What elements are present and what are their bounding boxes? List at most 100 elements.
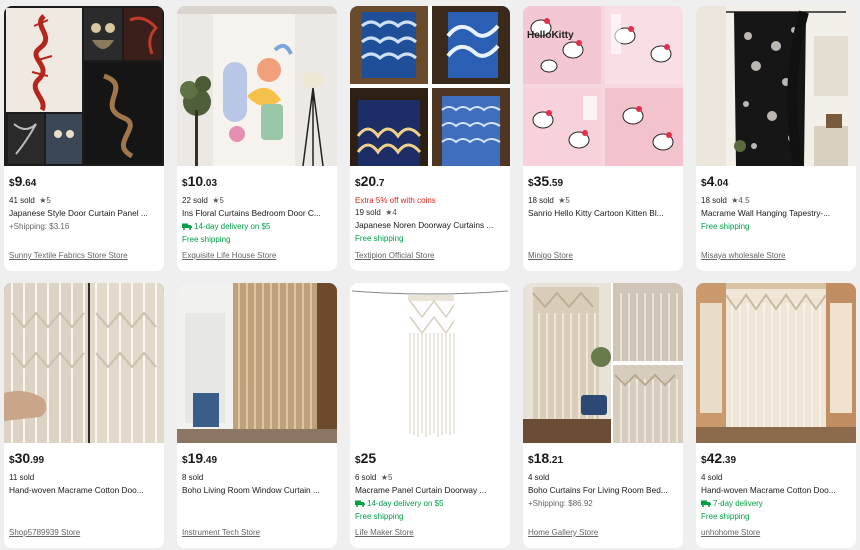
product-card[interactable]: $18.21 4 sold Boho Curtains For Living Roo… [523,283,683,548]
star-rating: ★5 [39,196,51,205]
delivery-text: 7-day delivery [713,499,763,508]
sales-rating: 18 sold ★5 [528,195,678,207]
sold-count: 18 sold [528,196,554,205]
product-card[interactable]: $25 6 sold ★5 Macrame Panel Curtain Doorwa… [350,283,510,548]
product-price: $10.03 [182,170,332,195]
price-whole: 35 [533,173,550,189]
delivery-text: 14-day delivery on $5 [194,222,271,231]
price-cents: .49 [203,455,218,466]
sold-count: 6 sold [355,473,377,482]
product-price: $20.7 [355,170,505,195]
truck-icon [182,222,194,231]
price-cents: .99 [30,455,45,466]
price-whole: 19 [187,450,204,466]
product-title[interactable]: Ins Floral Curtains Bedroom Door C... [182,207,332,220]
store-link[interactable]: Instrument Tech Store [182,527,332,539]
product-image[interactable] [696,283,856,443]
product-price: $9.64 [9,170,159,195]
product-title[interactable]: Boho Living Room Window Curtain ... [182,484,332,497]
sales-rating: 18 sold ★4.5 [701,195,851,207]
product-image[interactable] [177,6,337,166]
product-card[interactable]: $9.64 41 sold ★5 Japanese Style Door Curta… [4,6,164,271]
sold-count: 18 sold [701,196,727,205]
product-image[interactable] [696,6,856,166]
shipping-cost: +Shipping: $3.16 [9,222,70,231]
delivery-info: 7-day delivery [701,497,851,510]
sold-count: 4 sold [701,473,723,482]
price-cents: .64 [22,178,37,189]
product-title[interactable]: Hand-woven Macrame Cotton Doo... [9,484,159,497]
sales-rating: 4 sold [701,472,851,484]
product-image[interactable] [4,6,164,166]
delivery-info: 14-day delivery on $5 [182,220,332,233]
sales-rating: 4 sold [528,472,678,484]
sales-rating: 41 sold ★5 [9,195,159,207]
sales-rating: 6 sold ★5 [355,472,505,484]
price-cents: .21 [549,455,564,466]
star-rating: ★4.5 [731,196,750,205]
coin-promo: Extra 5% off with coins [355,196,436,205]
product-title[interactable]: Macrame Wall Hanging Tapestry-... [701,207,851,220]
free-shipping: Free shipping [355,512,404,521]
price-cents: .03 [203,178,218,189]
sold-count: 41 sold [9,196,35,205]
product-title[interactable]: Sanrio Hello Kitty Cartoon Kitten Bl... [528,207,678,220]
hello-kitty-logo: HelloKitty [527,30,574,41]
store-link[interactable]: Exquisite Life House Store [182,250,332,262]
price-whole: 20 [360,173,377,189]
free-shipping: Free shipping [701,222,750,231]
product-price: $18.21 [528,447,678,472]
store-link[interactable]: unhohome Store [701,527,851,539]
product-card[interactable]: $20.7 Extra 5% off with coins 19 sold ★4 Ja… [350,6,510,271]
star-rating: ★5 [212,196,224,205]
product-price: $30.99 [9,447,159,472]
sales-rating: 11 sold [9,472,159,484]
product-price: $35.59 [528,170,678,195]
sold-count: 22 sold [182,196,208,205]
product-image[interactable] [4,283,164,443]
product-title[interactable]: Hand-woven Macrame Cotton Doo... [701,484,851,497]
product-title[interactable]: Boho Curtains For Living Room Bed... [528,484,678,497]
price-whole: 18 [533,450,550,466]
store-link[interactable]: Textipion Official Store [355,250,505,262]
star-rating: ★5 [558,196,570,205]
store-link[interactable]: Misaya wholesale Store [701,250,851,262]
product-card[interactable]: $42.39 4 sold Hand-woven Macrame Cotton Do… [696,283,856,548]
store-link[interactable]: Sunny Textile Fabrics Store Store [9,250,159,262]
product-title[interactable]: Japanese Style Door Curtain Panel ... [9,207,159,220]
product-card[interactable]: $30.99 11 sold Hand-woven Macrame Cotton D… [4,283,164,548]
store-link[interactable]: Minigo Store [528,250,678,262]
product-price: $42.39 [701,447,851,472]
sold-count: 4 sold [528,473,550,482]
product-card[interactable]: HelloKitty $35.59 18 sold ★5 Sanrio Hello … [523,6,683,271]
product-card[interactable]: $4.04 18 sold ★4.5 Macrame Wall Hanging Ta… [696,6,856,271]
product-image[interactable]: HelloKitty [523,6,683,166]
product-image[interactable] [177,283,337,443]
store-link[interactable]: Life Maker Store [355,527,505,539]
product-price: $25 [355,447,505,472]
truck-icon [355,499,367,508]
sales-rating: 8 sold [182,472,332,484]
delivery-text: 14-day delivery on $5 [367,499,444,508]
store-link[interactable]: Shop5789939 Store [9,527,159,539]
product-image[interactable] [350,283,510,443]
product-image[interactable] [350,6,510,166]
free-shipping: Free shipping [355,234,404,243]
sales-rating: 22 sold ★5 [182,195,332,207]
price-cents: .59 [549,178,564,189]
sales-rating: 19 sold ★4 [355,207,505,219]
store-link[interactable]: Home Gallery Store [528,527,678,539]
price-cents: .39 [722,455,737,466]
product-image[interactable] [523,283,683,443]
price-whole: 25 [360,450,377,466]
product-card[interactable]: $10.03 22 sold ★5 Ins Floral Curtains Bedr… [177,6,337,271]
product-price: $19.49 [182,447,332,472]
price-whole: 10 [187,173,204,189]
price-cents: .04 [714,178,729,189]
shipping-cost: +Shipping: $86.92 [528,499,593,508]
price-whole: 42 [706,450,723,466]
product-title[interactable]: Japanese Noren Doorway Curtains ... [355,219,505,232]
product-title[interactable]: Macrame Panel Curtain Doorway ... [355,484,505,497]
star-rating: ★5 [380,473,393,482]
product-card[interactable]: $19.49 8 sold Boho Living Room Window Curt… [177,283,337,548]
